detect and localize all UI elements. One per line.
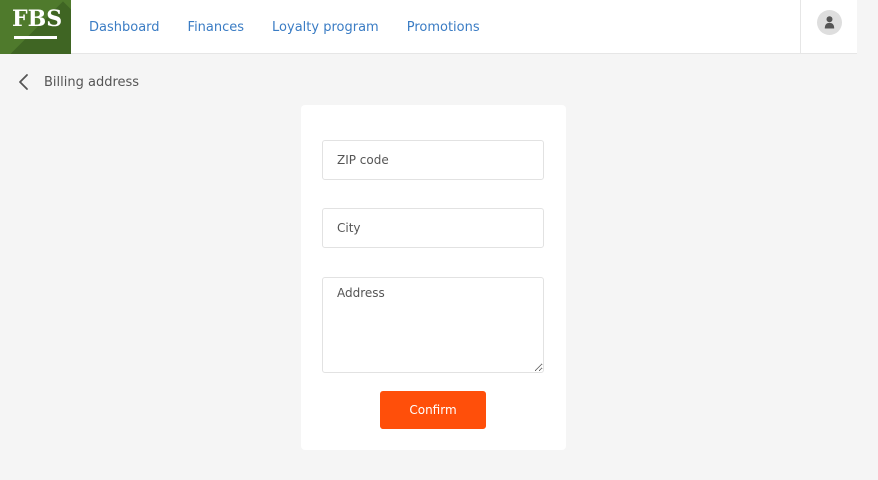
- billing-address-form: Confirm: [301, 105, 566, 450]
- main-nav: Dashboard Finances Loyalty program Promo…: [89, 0, 508, 54]
- confirm-button[interactable]: Confirm: [380, 391, 486, 429]
- logo-underline: [14, 36, 57, 39]
- user-menu: [800, 0, 857, 54]
- city-input[interactable]: [322, 208, 544, 248]
- nav-loyalty-program[interactable]: Loyalty program: [272, 20, 379, 35]
- page-header: Billing address: [17, 72, 139, 92]
- zip-code-input[interactable]: [322, 140, 544, 180]
- user-icon: [824, 16, 835, 29]
- nav-finances[interactable]: Finances: [188, 20, 245, 35]
- page-title: Billing address: [44, 74, 140, 90]
- chevron-left-icon[interactable]: [17, 72, 31, 92]
- address-textarea[interactable]: [322, 277, 544, 373]
- nav-promotions[interactable]: Promotions: [407, 20, 480, 35]
- user-avatar[interactable]: [817, 10, 842, 35]
- fbs-logo[interactable]: FBS: [0, 0, 71, 54]
- nav-dashboard[interactable]: Dashboard: [89, 20, 160, 35]
- logo-text: FBS: [12, 6, 63, 32]
- top-navigation-bar: FBS Dashboard Finances Loyalty program P…: [0, 0, 857, 54]
